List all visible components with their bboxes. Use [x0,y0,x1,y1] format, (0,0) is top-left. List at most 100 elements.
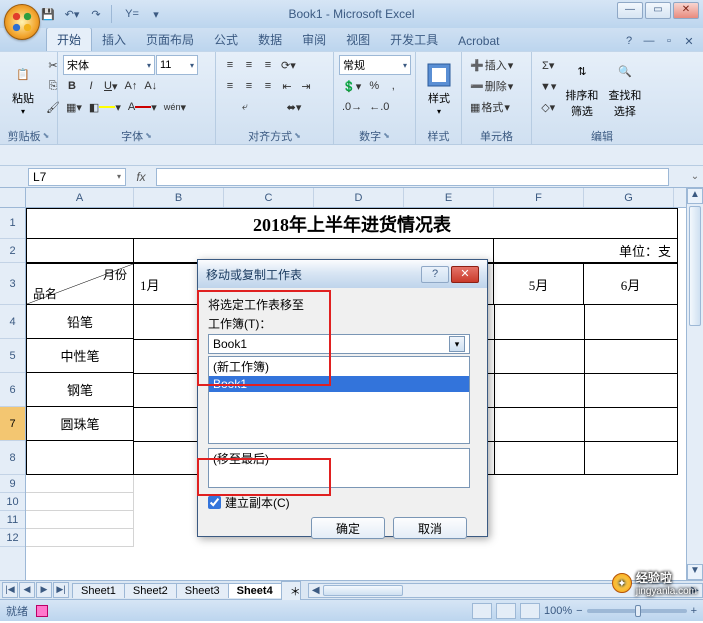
sheet-tab-3[interactable]: Sheet3 [176,583,229,598]
help-icon[interactable]: ? [621,35,637,51]
view-normal-icon[interactable] [472,603,492,619]
formula-input[interactable] [156,168,669,186]
find-select-button[interactable]: 🔍 查找和 选择 [604,55,645,121]
tab-view[interactable]: 视图 [336,28,380,51]
phonetic-icon[interactable]: wén▾ [161,97,189,117]
col-header-c[interactable]: C [224,188,314,207]
close-button[interactable]: ✕ [673,2,699,19]
before-sheet-list[interactable]: (移至最后) [208,448,470,488]
cell-styles-button[interactable]: 样式 ▾ [421,55,457,121]
cell-item-3[interactable]: 钢笔 [26,373,134,407]
orientation-icon[interactable]: ⟳▾ [278,55,299,75]
align-right-icon[interactable]: ≡ [259,76,277,96]
tab-nav-prev-icon[interactable]: ◀ [19,582,35,598]
list-item-book1[interactable]: Book1 [209,376,469,392]
list-item-new[interactable]: (新工作簿) [209,357,469,376]
font-name-combo[interactable]: 宋体▾ [63,55,155,75]
delete-cells-button[interactable]: ➖删除▾ [467,76,527,96]
sort-filter-button[interactable]: ⇅ 排序和 筛选 [561,55,602,121]
col-header-f[interactable]: F [494,188,584,207]
row-header-11[interactable]: 11 [0,511,25,529]
row-header-2[interactable]: 2 [0,239,25,263]
col-header-d[interactable]: D [314,188,404,207]
zoom-level[interactable]: 100% [544,605,572,617]
percent-icon[interactable]: % [365,76,383,96]
maximize-button[interactable]: ▭ [645,2,671,19]
zoom-in-icon[interactable]: + [691,605,697,617]
cell-month-5[interactable]: 5月 [494,263,584,305]
select-all-corner[interactable] [0,188,25,208]
zoom-slider[interactable] [587,609,687,613]
qat-customize-icon[interactable]: ▾ [146,4,166,24]
merge-center-icon[interactable]: ⬌▾ [270,97,318,117]
comma-icon[interactable]: , [384,76,402,96]
workbook-list[interactable]: (新工作簿) Book1 [208,356,470,444]
underline-icon[interactable]: U▾ [101,76,120,96]
italic-icon[interactable]: I [82,76,100,96]
minimize-button[interactable]: — [617,2,643,19]
tab-acrobat[interactable]: Acrobat [448,31,509,51]
insert-cells-button[interactable]: ➕插入▾ [467,55,527,75]
cell-title[interactable]: 2018年上半年进货情况表 [26,208,678,239]
tab-data[interactable]: 数据 [248,28,292,51]
wrap-text-icon[interactable]: ⤶ [221,97,269,117]
undo-icon[interactable]: ↶▾ [62,4,82,24]
col-header-g[interactable]: G [584,188,674,207]
grow-font-icon[interactable]: A↑ [121,76,140,96]
row-header-8[interactable]: 8 [0,441,25,475]
col-header-a[interactable]: A [26,188,134,207]
ribbon-restore-icon[interactable]: ▫ [661,35,677,51]
view-page-break-icon[interactable] [520,603,540,619]
col-header-b[interactable]: B [134,188,224,207]
tab-review[interactable]: 审阅 [292,28,336,51]
dialog-close-icon[interactable]: ✕ [451,266,479,283]
fx-icon[interactable]: fx [132,168,150,186]
row-header-3[interactable]: 3 [0,263,25,305]
cell-item-1[interactable]: 铅笔 [26,305,134,339]
align-top-icon[interactable]: ≡ [221,55,239,75]
tab-page-layout[interactable]: 页面布局 [136,28,204,51]
align-bottom-icon[interactable]: ≡ [259,55,277,75]
tab-nav-next-icon[interactable]: ▶ [36,582,52,598]
tab-nav-first-icon[interactable]: |◀ [2,582,18,598]
indent-inc-icon[interactable]: ⇥ [297,76,315,96]
workbook-combo[interactable]: Book1▾ [208,334,470,354]
paste-button[interactable]: 📋 粘贴 ▾ [5,55,41,121]
dialog-help-icon[interactable]: ? [421,266,449,283]
dialog-titlebar[interactable]: 移动或复制工作表 ? ✕ [198,260,487,288]
ribbon-close-icon[interactable]: ✕ [681,35,697,51]
fill-color-icon[interactable]: ◧▾ [86,97,124,117]
row-header-5[interactable]: 5 [0,339,25,373]
indent-dec-icon[interactable]: ⇤ [278,76,296,96]
sheet-tab-1[interactable]: Sheet1 [72,583,125,598]
ycmd-icon[interactable]: Y= [122,4,142,24]
tab-developer[interactable]: 开发工具 [380,28,448,51]
new-sheet-tab-icon[interactable]: ＊ [281,581,301,600]
format-cells-button[interactable]: ▦格式▾ [467,97,527,117]
font-size-combo[interactable]: 11▾ [156,55,198,75]
tab-formulas[interactable]: 公式 [204,28,248,51]
row-header-12[interactable]: 12 [0,529,25,547]
name-box[interactable]: L7▾ [28,168,126,186]
align-middle-icon[interactable]: ≡ [240,55,258,75]
copy-checkbox-input[interactable] [208,496,221,509]
col-header-e[interactable]: E [404,188,494,207]
inc-decimal-icon[interactable]: .0→ [339,97,365,117]
cell-item-4[interactable]: 圆珠笔 [26,407,134,441]
cell-month-6[interactable]: 6月 [584,263,678,305]
fill-icon[interactable]: ▼▾ [537,76,559,96]
autosum-icon[interactable]: Σ▾ [537,55,559,75]
save-icon[interactable]: 💾 [38,4,58,24]
ok-button[interactable]: 确定 [311,517,385,539]
tab-insert[interactable]: 插入 [92,28,136,51]
align-left-icon[interactable]: ≡ [221,76,239,96]
zoom-out-icon[interactable]: − [576,605,582,617]
cell-unit[interactable]: 单位：支 [494,239,678,263]
dec-decimal-icon[interactable]: ←.0 [366,97,392,117]
row-header-6[interactable]: 6 [0,373,25,407]
clear-icon[interactable]: ◇▾ [537,97,559,117]
redo-icon[interactable]: ↷ [86,4,106,24]
shrink-font-icon[interactable]: A↓ [141,76,160,96]
cell-a8[interactable] [26,441,134,475]
vertical-scrollbar[interactable]: ▲ ▼ [686,188,703,580]
